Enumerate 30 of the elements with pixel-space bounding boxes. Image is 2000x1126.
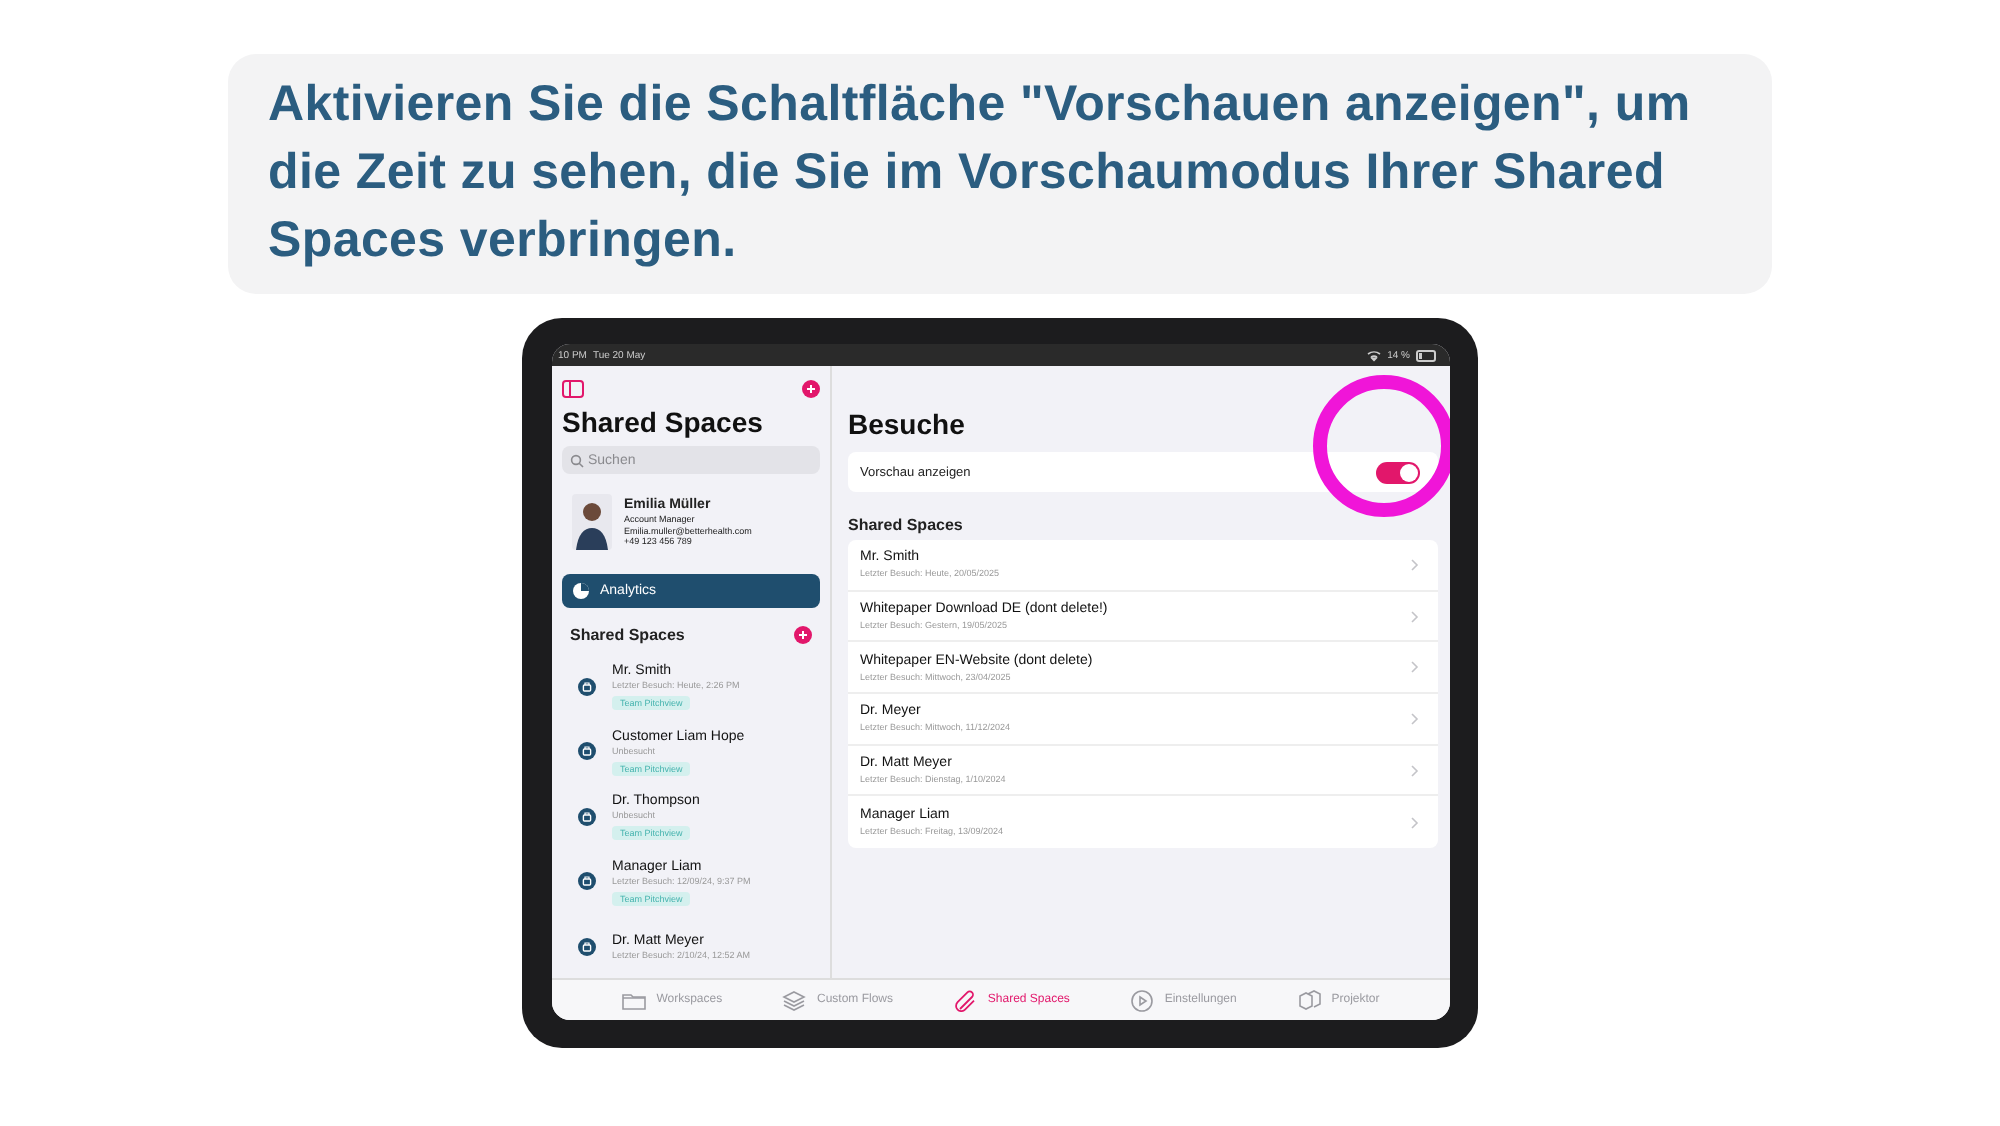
space-icon (578, 677, 596, 695)
chevron-icon (1410, 763, 1420, 778)
pie-chart-icon (572, 581, 590, 600)
paperclip-icon (953, 989, 978, 1011)
cubes-icon (1297, 989, 1322, 1011)
space-icon (578, 872, 596, 891)
space-icon (578, 742, 596, 761)
section-title: Shared Spaces (848, 516, 965, 534)
section-title: Shared Spaces (570, 625, 685, 644)
wifi-icon (1365, 348, 1382, 362)
chevron-icon (1410, 660, 1420, 675)
play-circle-icon (1130, 989, 1155, 1011)
chevron-icon (1410, 609, 1420, 624)
chevron-icon (1410, 711, 1420, 726)
chevron-icon (1410, 557, 1420, 572)
sidebar-title: Shared Spaces (562, 406, 765, 439)
add-icon[interactable] (794, 625, 812, 644)
battery-icon (1416, 349, 1438, 361)
instruction-text: Aktivieren Sie die Schaltfläche "Vorschauen anzeigen", um die Zeit zu sehen, die Sie im Vorschaumodus Ihrer Shared Spaces verbringen. (268, 74, 1693, 272)
chevron-icon (1410, 815, 1420, 830)
folder-icon (622, 989, 647, 1011)
space-icon (578, 807, 596, 826)
layers-icon (782, 989, 807, 1011)
person-photo-placeholder (572, 493, 612, 550)
preview-toggle-switch[interactable] (1376, 461, 1420, 483)
search-icon (570, 453, 584, 468)
page-title: Besuche (848, 408, 967, 440)
add-icon[interactable] (802, 379, 820, 398)
space-icon (578, 937, 596, 956)
sidebar-toggle-icon[interactable] (562, 379, 584, 398)
